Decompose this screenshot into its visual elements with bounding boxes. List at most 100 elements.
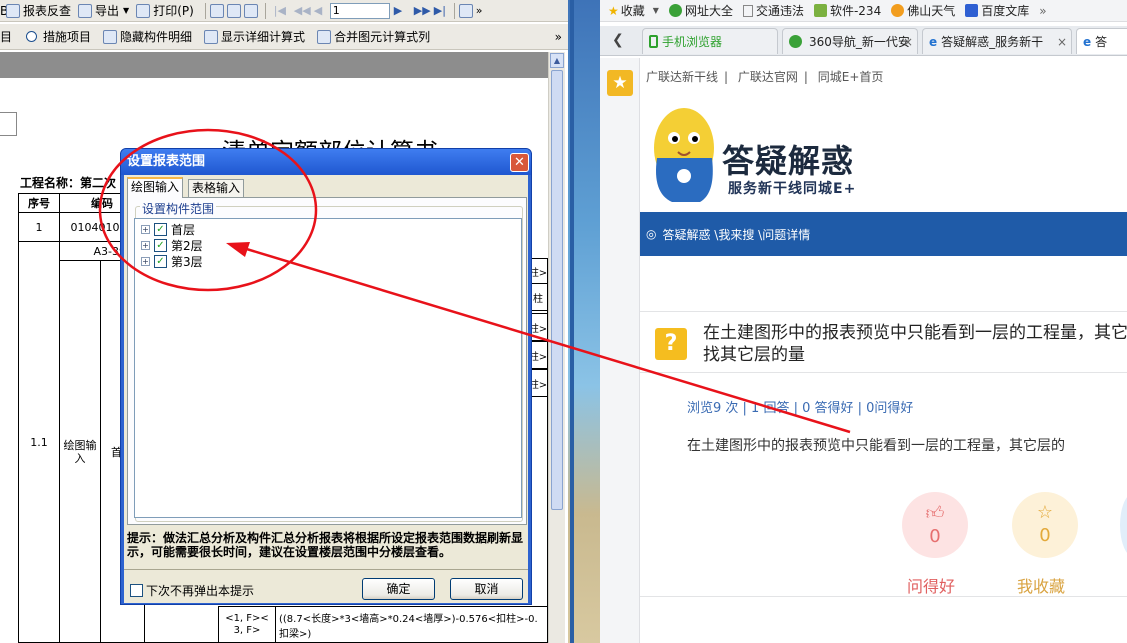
page-number-input[interactable] <box>329 2 390 19</box>
checkbox-icon[interactable]: ✓ <box>154 222 167 236</box>
tab-current[interactable]: e答 <box>1076 28 1127 54</box>
report-range-dialog: 设置报表范围 ✕ 绘图输入 表格输入 设置构件范围 + ✓ 首层 + ✓ 第2层 + ✓ 第… <box>120 148 532 605</box>
next-page-icon[interactable]: ▶ <box>394 4 406 17</box>
checkbox-icon[interactable] <box>130 584 143 597</box>
page-double-icon[interactable] <box>226 3 241 18</box>
favorite-traffic-label: 交通违法 <box>755 4 804 18</box>
merge-formula-icon <box>317 29 332 44</box>
tab-label: 手机浏览器 <box>662 35 723 49</box>
tab-mobile-browser[interactable]: 手机浏览器 <box>642 28 778 54</box>
zoom-icon[interactable] <box>458 3 473 18</box>
close-icon[interactable]: × <box>1057 35 1067 49</box>
no-show-checkbox[interactable]: 下次不再弹出本提示 <box>130 582 254 599</box>
floor-tree: + ✓ 首层 + ✓ 第2层 + ✓ 第3层 <box>134 218 522 518</box>
measures-radio[interactable]: 措施项目 <box>24 28 91 45</box>
favorite-sites[interactable]: 网址大全 <box>668 2 733 19</box>
link-glodon-site[interactable]: 广联达官网 <box>738 70 798 84</box>
tab-drawing-input[interactable]: 绘图输入 <box>127 177 184 198</box>
browser-tab-bar: ❮ 手机浏览器 360导航_新一代安 × e 答疑解惑_服务新干 × e答 <box>600 26 1127 56</box>
report-lookup-button[interactable]: 报表反查 <box>6 2 71 19</box>
expand-icon[interactable]: + <box>141 240 150 250</box>
page-icon <box>742 4 753 17</box>
toolbar-separator <box>204 2 206 19</box>
bottom-formula-line2: 扣梁>) <box>279 628 312 640</box>
bottom-formula-cell: ((8.7<长度>*3<墙高>*0.24<墙厚>)-0.576<扣柱>-0. 扣… <box>275 606 548 643</box>
next-fast-icon[interactable]: ▶▶ <box>414 4 431 17</box>
report-lookup-icon <box>6 3 20 18</box>
checkbox-icon[interactable]: ✓ <box>154 254 167 268</box>
favorite-collect[interactable]: ★ 收藏 ▼ <box>608 2 659 19</box>
measures-label: 措施项目 <box>43 30 92 44</box>
favorites-overflow-icon[interactable]: » <box>1039 4 1046 18</box>
tab-table-input[interactable]: 表格输入 <box>188 179 245 197</box>
hint-text: 提示：做法汇总分析及构件汇总分析报表将根据所设定报表范围数据刷新显示，可能需要很… <box>127 531 524 559</box>
scroll-thumb[interactable] <box>551 70 563 510</box>
cancel-button[interactable]: 取消 <box>450 578 523 600</box>
e-icon: e <box>1083 34 1092 49</box>
last-page-icon[interactable]: ▶| <box>434 4 446 17</box>
tree-node-floor3[interactable]: + ✓ 第3层 <box>141 253 203 269</box>
link-e-home[interactable]: 同城E+首页 <box>818 70 884 84</box>
report-lookup-label: 报表反查 <box>23 4 72 18</box>
favorite-software[interactable]: 软件-234 <box>813 2 882 19</box>
brand-title: 答疑解惑 <box>722 142 855 180</box>
export-icon <box>78 3 93 18</box>
favorite-button[interactable]: ☆ 0 <box>1012 492 1078 558</box>
export-label: 导出 <box>95 4 120 18</box>
link-glodon-newline[interactable]: 广联达新干线 <box>646 70 718 84</box>
baidu-icon <box>965 4 979 17</box>
toolbar2-overflow-icon[interactable]: » <box>555 30 562 44</box>
node-label: 首层 <box>171 222 196 237</box>
first-page-icon[interactable]: |◀ <box>274 4 286 17</box>
expand-icon[interactable]: + <box>141 224 150 234</box>
favorite-star-icon[interactable]: ★ <box>607 70 633 96</box>
question-mark-icon: ? <box>655 328 687 360</box>
toolbar2-left-cut: 目 <box>0 30 13 44</box>
prev-fast-icon[interactable]: ◀◀ <box>294 4 311 17</box>
close-icon[interactable]: ✕ <box>510 153 529 172</box>
favorite-wenku[interactable]: 百度文库 <box>965 2 1029 19</box>
browser-sidebar: ★ <box>600 58 640 643</box>
close-icon[interactable]: × <box>903 35 913 49</box>
sites-icon <box>668 4 682 17</box>
bottom-left-cell: <1, F>< 3, F> <box>218 606 276 643</box>
tree-node-floor1[interactable]: + ✓ 首层 <box>141 221 195 237</box>
back-icon[interactable]: ❮ <box>612 32 624 48</box>
toolbar-overflow-icon[interactable]: » <box>476 4 483 17</box>
merge-formula-label: 合并图元计算式列 <box>334 30 431 44</box>
favorite-wenku-label: 百度文库 <box>981 4 1030 18</box>
print-button[interactable]: 打印(P) <box>136 2 194 19</box>
software-icon <box>813 4 827 17</box>
tab-qa[interactable]: e 答疑解惑_服务新干 × <box>922 28 1072 54</box>
tree-node-floor2[interactable]: + ✓ 第2层 <box>141 237 203 253</box>
favorite-software-label: 软件-234 <box>829 4 882 18</box>
ok-button[interactable]: 确定 <box>362 578 435 600</box>
prev-page-icon[interactable]: ◀ <box>314 4 326 17</box>
bottom-formula-line1: ((8.7<长度>*3<墙高>*0.24<墙厚>)-0.576<扣柱>-0. <box>279 613 538 625</box>
share-button-partial[interactable] <box>1120 492 1127 558</box>
favorite-weather[interactable]: 佛山天气 <box>891 2 955 19</box>
favorites-bar: ★ 收藏 ▼ 网址大全 交通违法 软件-234 佛山天气 百度文库 » <box>600 0 1127 22</box>
vertical-scrollbar[interactable]: ▲ <box>548 52 565 643</box>
hide-detail-label: 隐藏构件明细 <box>120 30 193 44</box>
hide-detail-button[interactable]: 隐藏构件明细 <box>103 28 192 45</box>
expand-icon[interactable]: + <box>141 256 150 266</box>
merge-formula-button[interactable]: 合并图元计算式列 <box>317 28 430 45</box>
print-label: 打印(P) <box>153 4 194 18</box>
checkbox-icon[interactable]: ✓ <box>154 238 167 252</box>
tab-360-nav[interactable]: 360导航_新一代安 × <box>782 28 918 54</box>
window-edge <box>570 0 574 643</box>
question-header: ? 在土建图形中的报表预览中只能看到一层的工程量，其它层的量哪找其它层的量 <box>640 311 1127 373</box>
dropdown-arrow-icon: ▼ <box>123 6 130 15</box>
page-multi-icon[interactable] <box>243 3 258 18</box>
favorite-sites-label: 网址大全 <box>684 4 733 18</box>
show-formula-button[interactable]: 显示详细计算式 <box>204 28 305 45</box>
top-links: 广联达新干线 | 广联达官网 | 同城E+首页 <box>646 70 884 84</box>
header-seq: 序号 <box>18 193 60 213</box>
scroll-up-icon[interactable]: ▲ <box>550 53 564 68</box>
breadcrumb[interactable]: 答疑解惑 \我来搜 \问题详情 <box>662 226 810 243</box>
export-button[interactable]: 导出 ▼ <box>78 2 129 19</box>
favorite-traffic[interactable]: 交通违法 <box>742 2 804 19</box>
page-single-icon[interactable] <box>209 3 224 18</box>
good-question-button[interactable]: 👍︎ 0 <box>902 492 968 558</box>
